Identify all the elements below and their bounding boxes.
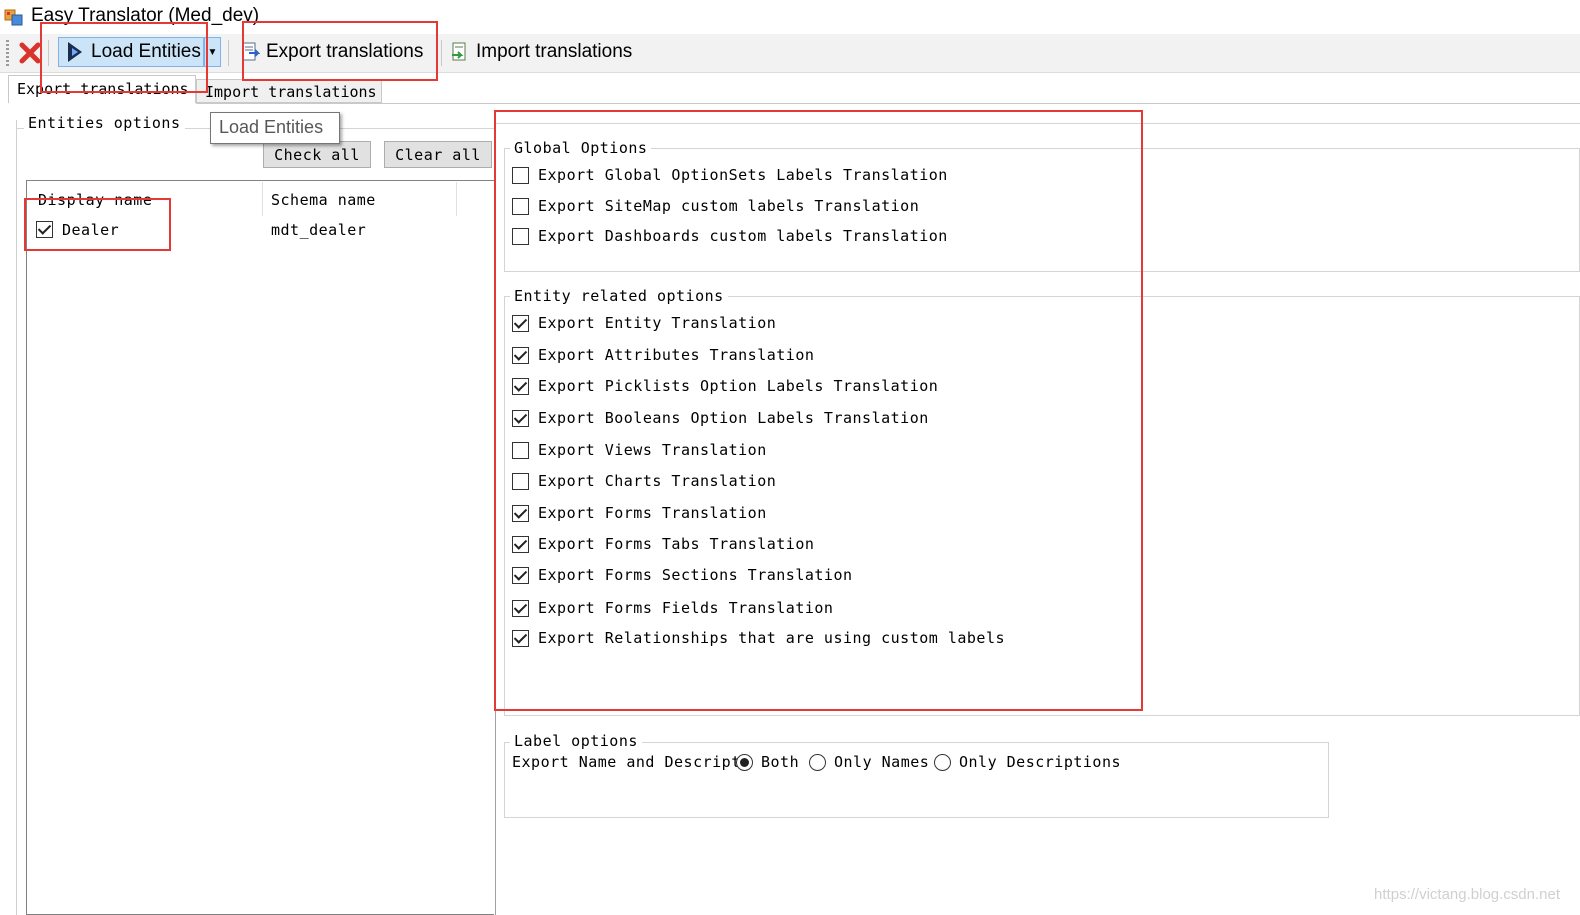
toolbar: Load Entities ▼ Export translations Impo…: [0, 34, 1580, 73]
clear-all-button[interactable]: Clear all: [384, 141, 492, 168]
option-label: Export Booleans Option Labels Translatio…: [538, 409, 929, 427]
tab-import-translations[interactable]: Import translations: [196, 79, 382, 103]
list-item[interactable]: Dealer mdt_dealer: [34, 219, 474, 241]
option-row[interactable]: Export Dashboards custom labels Translat…: [512, 227, 1112, 249]
option-checkbox[interactable]: [512, 347, 529, 364]
export-translations-label: Export translations: [266, 41, 424, 62]
chevron-down-icon: ▼: [207, 46, 218, 58]
option-checkbox[interactable]: [512, 315, 529, 332]
option-row[interactable]: Export Booleans Option Labels Translatio…: [512, 409, 1112, 431]
radio-both-indicator[interactable]: [736, 754, 753, 771]
red-x-icon[interactable]: [18, 41, 42, 65]
entity-schema-name: mdt_dealer: [271, 221, 367, 239]
option-row[interactable]: Export Forms Fields Translation: [512, 599, 1112, 621]
entities-list[interactable]: [26, 180, 494, 915]
load-entities-tooltip: Load Entities: [210, 112, 340, 144]
entity-options-legend: Entity related options: [510, 287, 728, 305]
option-label: Export SiteMap custom labels Translation: [538, 197, 920, 215]
option-row[interactable]: Export Forms Sections Translation: [512, 566, 1112, 588]
radio-both-label: Both: [761, 753, 800, 771]
option-checkbox[interactable]: [512, 167, 529, 184]
option-label: Export Forms Translation: [538, 504, 767, 522]
option-label: Export Dashboards custom labels Translat…: [538, 227, 948, 245]
tab-strip-border: [196, 103, 1580, 104]
export-translations-button[interactable]: Export translations: [238, 38, 423, 66]
option-label: Export Attributes Translation: [538, 346, 815, 364]
option-row[interactable]: Export Charts Translation: [512, 472, 1112, 494]
option-label: Export Global OptionSets Labels Translat…: [538, 166, 948, 184]
option-checkbox[interactable]: [512, 442, 529, 459]
radio-only-descriptions-label: Only Descriptions: [959, 753, 1122, 771]
toolbar-separator: [441, 40, 442, 66]
option-checkbox[interactable]: [512, 567, 529, 584]
option-label: Export Forms Sections Translation: [538, 566, 853, 584]
option-row[interactable]: Export SiteMap custom labels Translation: [512, 197, 1112, 219]
option-row[interactable]: Export Attributes Translation: [512, 346, 1112, 368]
option-row[interactable]: Export Forms Tabs Translation: [512, 535, 1112, 557]
option-checkbox[interactable]: [512, 473, 529, 490]
column-separator[interactable]: [456, 182, 457, 216]
option-label: Export Forms Fields Translation: [538, 599, 834, 617]
column-separator[interactable]: [262, 182, 263, 216]
option-checkbox[interactable]: [512, 228, 529, 245]
option-row[interactable]: Export Entity Translation: [512, 314, 1112, 336]
label-options-legend: Label options: [510, 732, 642, 750]
radio-only-descriptions-indicator[interactable]: [934, 754, 951, 771]
load-entities-button[interactable]: Load Entities: [58, 37, 204, 67]
export-icon: [242, 42, 260, 61]
option-checkbox[interactable]: [512, 536, 529, 553]
option-label: Export Forms Tabs Translation: [538, 535, 815, 553]
radio-only-names-indicator[interactable]: [809, 754, 826, 771]
option-checkbox[interactable]: [512, 600, 529, 617]
toolbar-separator: [48, 40, 49, 66]
tab-export-translations[interactable]: Export translations: [8, 75, 196, 103]
app-icon: [4, 9, 23, 26]
load-entities-label: Load Entities: [91, 41, 201, 62]
radio-both[interactable]: Both: [736, 753, 806, 773]
import-translations-label: Import translations: [476, 41, 633, 62]
dynamics-icon: [68, 42, 82, 62]
global-options-legend: Global Options: [510, 139, 652, 157]
option-row[interactable]: Export Views Translation: [512, 441, 1112, 463]
option-label: Export Entity Translation: [538, 314, 777, 332]
check-all-button[interactable]: Check all: [263, 141, 371, 168]
option-checkbox[interactable]: [512, 378, 529, 395]
dealer-checkbox[interactable]: [36, 221, 53, 238]
column-header-schema-name[interactable]: Schema name: [271, 191, 376, 209]
option-row[interactable]: Export Global OptionSets Labels Translat…: [512, 166, 1112, 188]
option-label: Export Views Translation: [538, 441, 767, 459]
load-entities-dropdown[interactable]: ▼: [204, 37, 221, 67]
option-checkbox[interactable]: [512, 198, 529, 215]
toolbar-grip[interactable]: [6, 40, 9, 66]
option-checkbox[interactable]: [512, 505, 529, 522]
watermark: https://victang.blog.csdn.net: [1374, 886, 1560, 903]
title-bar: Easy Translator (Med_dev): [0, 0, 1580, 34]
entity-display-name: Dealer: [62, 221, 120, 239]
import-icon: [452, 42, 466, 61]
option-row[interactable]: Export Forms Translation: [512, 504, 1112, 526]
option-checkbox[interactable]: [512, 410, 529, 427]
option-row[interactable]: Export Relationships that are using cust…: [512, 629, 1112, 651]
option-label: Export Relationships that are using cust…: [538, 629, 1006, 647]
column-header-display-name[interactable]: Display name: [38, 191, 152, 209]
entities-options-legend: Entities options: [24, 114, 185, 132]
window-title: Easy Translator (Med_dev): [31, 5, 260, 26]
option-checkbox[interactable]: [512, 630, 529, 647]
radio-only-names[interactable]: Only Names: [809, 753, 929, 773]
option-row[interactable]: Export Picklists Option Labels Translati…: [512, 377, 1112, 399]
option-label: Export Picklists Option Labels Translati…: [538, 377, 939, 395]
toolbar-separator: [228, 40, 229, 66]
import-translations-button[interactable]: Import translations: [450, 38, 632, 66]
option-label: Export Charts Translation: [538, 472, 777, 490]
export-name-description-label: Export Name and Descripti: [512, 753, 751, 771]
right-area-border: [494, 123, 1580, 124]
radio-only-descriptions[interactable]: Only Descriptions: [934, 753, 1122, 773]
radio-only-names-label: Only Names: [834, 753, 930, 771]
